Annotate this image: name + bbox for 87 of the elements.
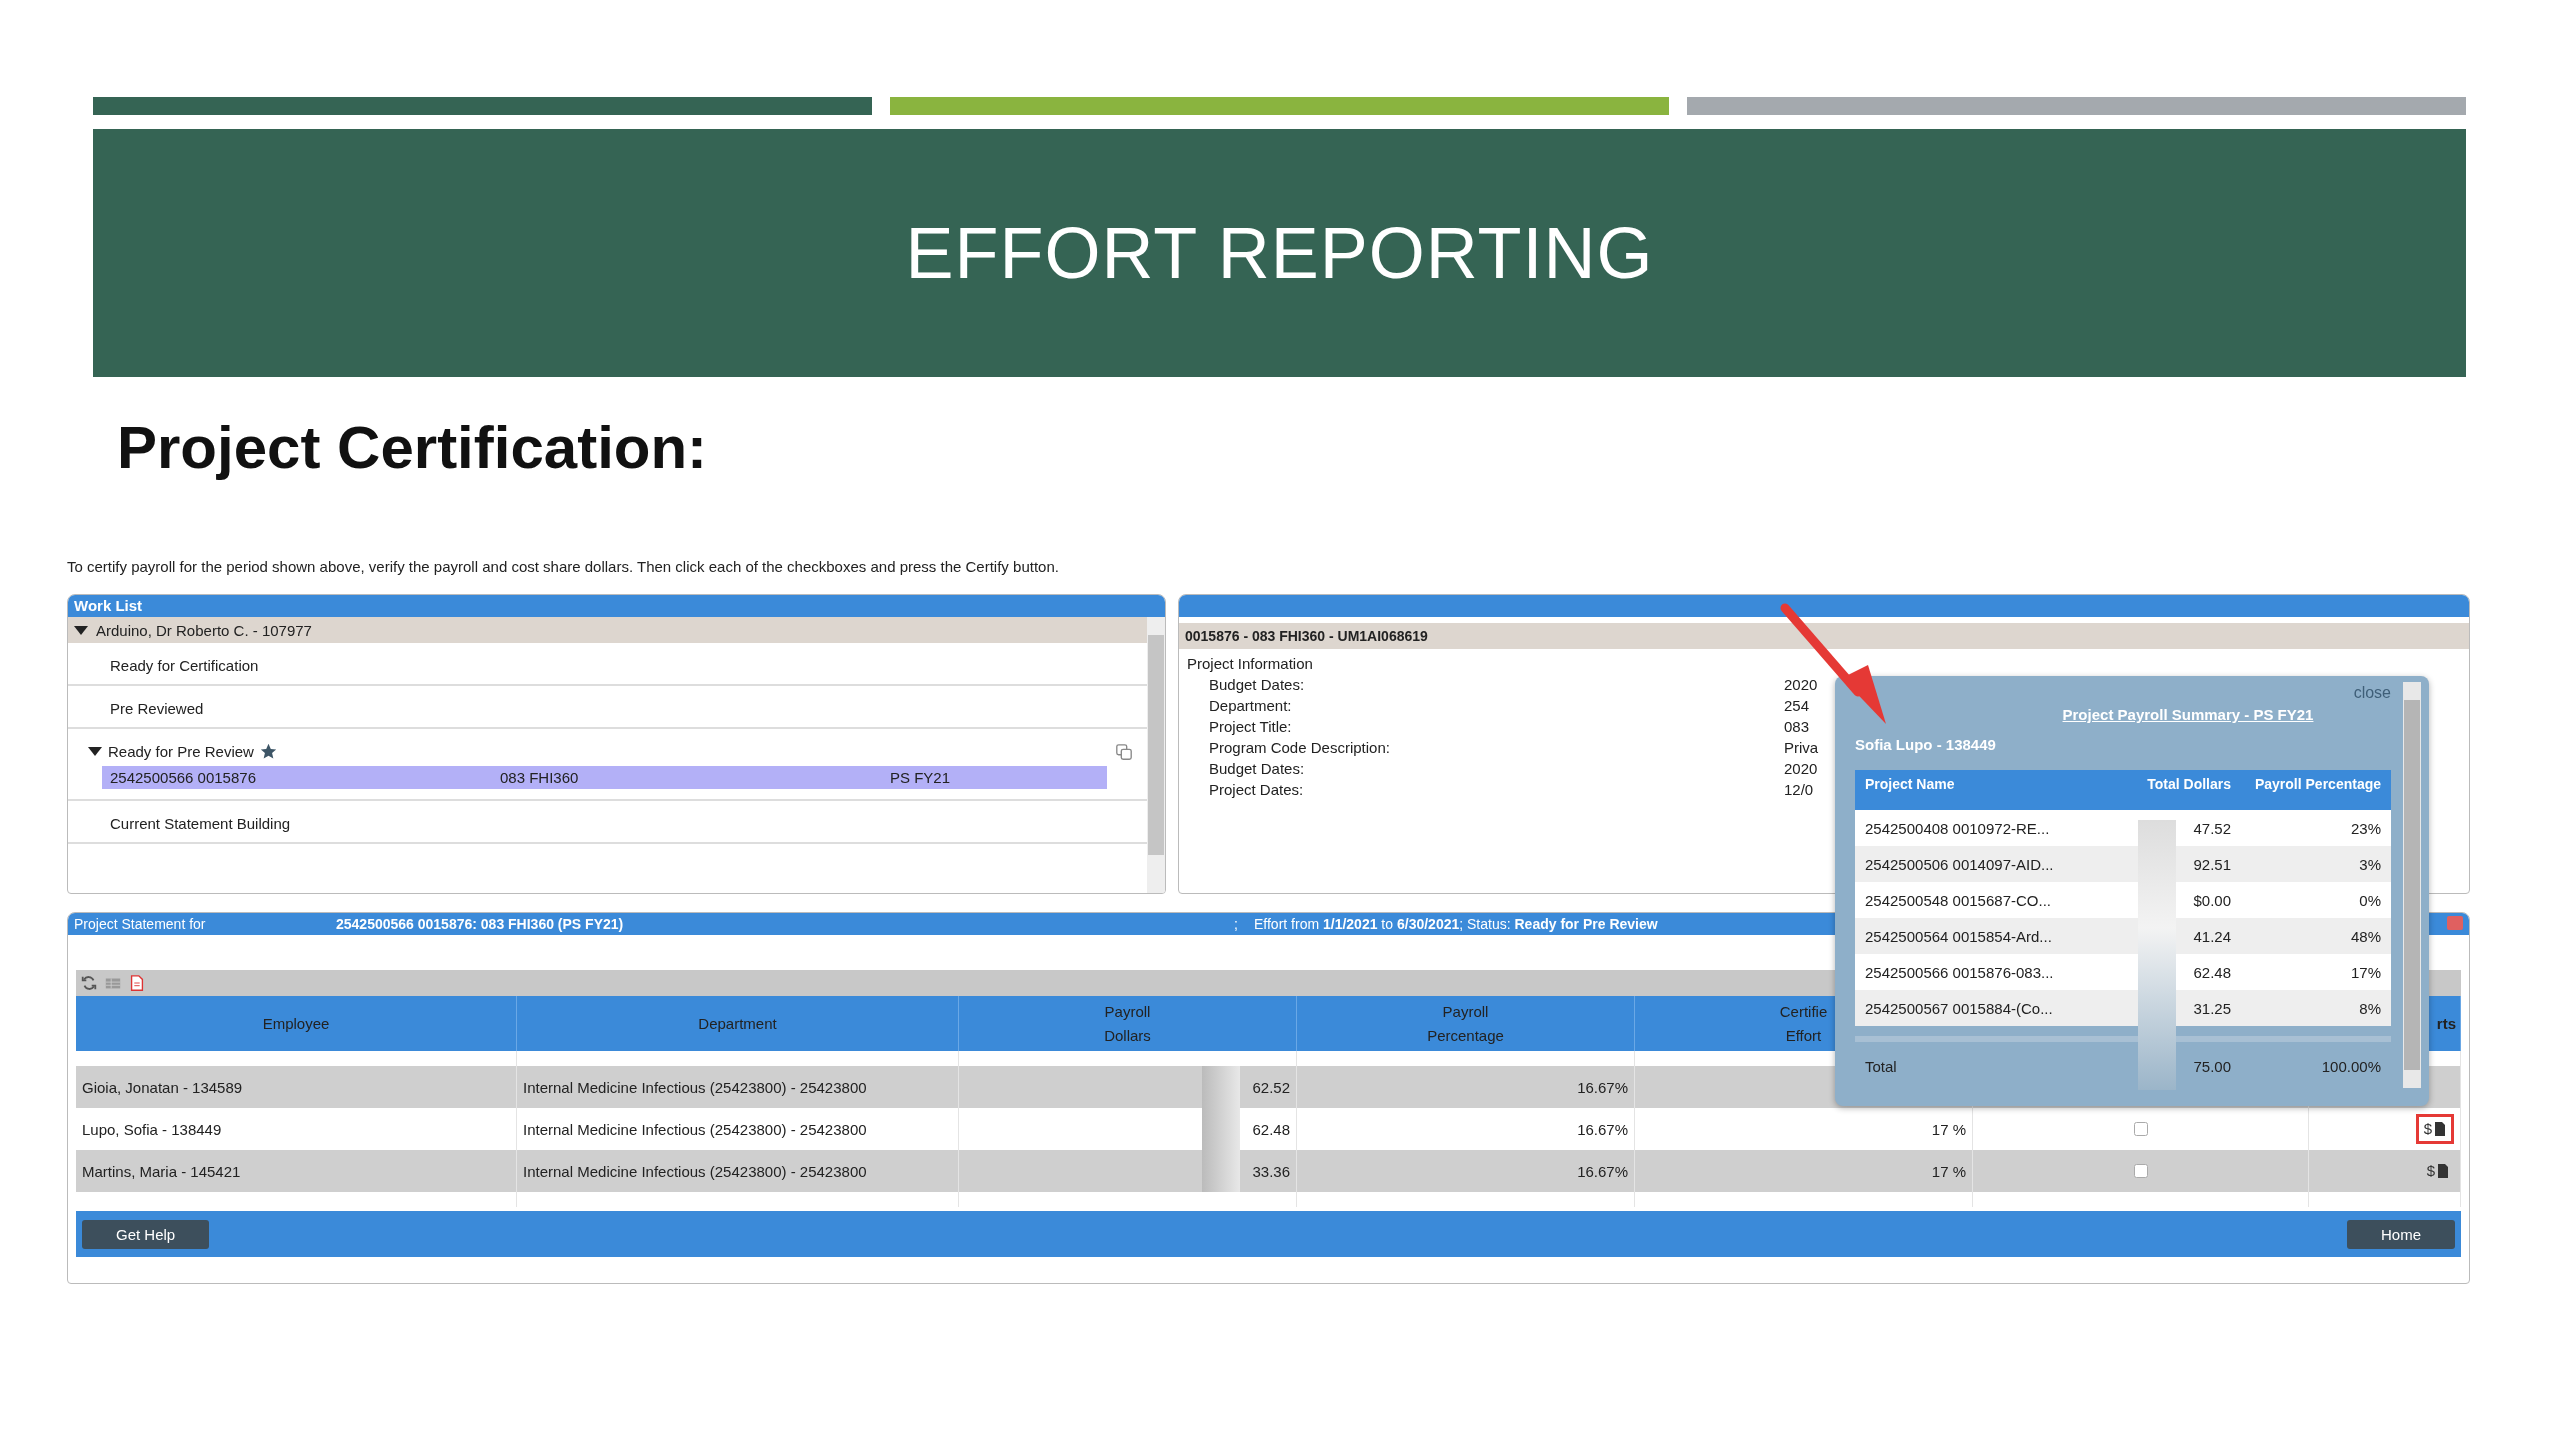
copy-icon[interactable] — [1115, 742, 1133, 761]
statement-project: 2542500566 0015876: 083 FHI360 (PS FY21) — [336, 916, 625, 932]
table-cell-text: 2542500566 0015876-083... — [1865, 963, 2055, 981]
field-value: 254 — [1784, 697, 1810, 714]
table-cell: 62.52 — [1252, 1078, 1290, 1096]
slide-title: EFFORT REPORTING — [905, 212, 1654, 294]
column-header: Payroll Dollars — [959, 996, 1297, 1051]
pdf-icon[interactable] — [128, 974, 146, 992]
tree-item[interactable]: Ready for Pre Review — [108, 743, 254, 760]
project-title: 0015876 - 083 FHI360 - UM1AI068619 — [1179, 623, 2469, 649]
caret-icon — [74, 625, 88, 635]
field-value: 2020 — [1784, 676, 1818, 693]
table-cell: 41.24 — [2193, 927, 2231, 945]
table-cell: 17 % — [1931, 1162, 1966, 1180]
statement-period: Effort from 1/1/2021 to 6/30/2021; Status: Ready for Pre Review — [1254, 916, 1658, 932]
section-label: Project Information — [1186, 654, 1314, 674]
employee-name: Sofia Lupo - 138449 — [1855, 736, 1997, 755]
table-cell-text: 2542500564 0015854-Ard... — [1865, 927, 2053, 945]
table-cell: $0.00 — [2193, 891, 2231, 909]
field-value: 12/0 — [1784, 781, 1814, 798]
refresh-icon[interactable] — [80, 974, 98, 992]
redaction-blur — [1202, 1150, 1241, 1192]
table-cell: 47.52 — [2193, 819, 2231, 837]
field-label: Department: — [1208, 697, 1293, 714]
redaction-blur — [1202, 1066, 1241, 1108]
total-value: 75.00 — [2193, 1057, 2231, 1075]
document-icon — [2437, 1163, 2449, 1179]
action-button[interactable]: Get Help — [82, 1219, 210, 1249]
field-label: Budget Dates: — [1208, 676, 1306, 693]
table-cell: Martins, Maria - 145421 — [76, 1150, 517, 1192]
column-header: Total Dollars — [2146, 776, 2231, 794]
tree-group-row[interactable]: Arduino, Dr Roberto C. - 107977 — [68, 617, 1147, 643]
scrollbar[interactable] — [2403, 682, 2421, 1088]
tree-item[interactable]: Current Statement Building — [110, 815, 291, 832]
total-value: 100.00% — [2321, 1057, 2381, 1075]
table-cell: 31.25 — [2193, 999, 2231, 1017]
certify-checkbox[interactable] — [2133, 1164, 2148, 1178]
table-cell: 48% — [2350, 927, 2381, 945]
table-cell-text: 2542500506 0014097-AID... — [1865, 855, 2055, 873]
table-cell: 62.48 — [2193, 963, 2231, 981]
scrollbar[interactable] — [1147, 617, 1165, 893]
tree-item[interactable]: Ready for Certification — [110, 657, 259, 674]
work-list-item[interactable]: 2542500566 0015876 083 FHI360 PS FY21 — [102, 766, 1107, 789]
table-cell: Gioia, Jonatan - 134589 — [76, 1066, 517, 1108]
table-cell: 3% — [2359, 855, 2381, 873]
report-link[interactable]: $ — [2415, 1114, 2454, 1144]
statement-label: Project Statement for — [73, 916, 207, 932]
instruction-text: To certify payroll for the period shown above, verify the payroll and cost share dollars. Then click each of the checkboxes and press the Certify button. — [67, 558, 1060, 577]
field-value: 2020 — [1784, 760, 1818, 777]
certify-checkbox[interactable] — [2133, 1122, 2148, 1136]
column-header: Project Name — [1865, 776, 1956, 794]
panel-title: Work List — [68, 595, 1165, 617]
action-button[interactable]: Home — [2347, 1219, 2455, 1249]
field-label: Project Dates: — [1208, 781, 1305, 798]
field-label: Program Code Description: — [1208, 739, 1391, 756]
item-cell-text: PS FY21 — [890, 769, 952, 786]
table-cell: 17 % — [1931, 1120, 1966, 1138]
table-cell: 33.36 — [1252, 1162, 1290, 1180]
column-header: Employee — [76, 996, 517, 1051]
item-cell-text: 083 FHI360 — [500, 769, 580, 786]
table-cell: Internal Medicine Infectious (25423800) - 25423800 — [517, 1150, 959, 1192]
field-value: 083 — [1784, 718, 1810, 735]
column-header: Payroll Percentage — [2253, 776, 2381, 794]
table-cell-text: 2542500408 0010972-RE... — [1865, 819, 2051, 837]
table-cell: 16.67% — [1297, 1066, 1635, 1108]
item-cell-text: 2542500566 0015876 — [110, 769, 257, 786]
field-label: Project Title: — [1208, 718, 1293, 735]
table-cell: 17% — [2350, 963, 2381, 981]
table-cell: 23% — [2350, 819, 2381, 837]
caret-icon[interactable] — [88, 747, 102, 756]
column-header: Payroll Percentage — [1297, 996, 1635, 1051]
table-cell: Internal Medicine Infectious (25423800) - 25423800 — [517, 1066, 959, 1108]
table-cell: 8% — [2359, 999, 2381, 1017]
table-cell: 0% — [2359, 891, 2381, 909]
field-label: Budget Dates: — [1208, 760, 1306, 777]
tree-item[interactable]: Pre Reviewed — [110, 700, 204, 717]
table-cell: 62.48 — [1252, 1120, 1290, 1138]
field-value: Priva — [1784, 739, 1819, 756]
document-icon — [2434, 1121, 2446, 1137]
separator-text: ; — [1234, 916, 1239, 932]
total-label: Total — [1865, 1057, 1898, 1075]
column-header: Department — [517, 996, 959, 1051]
report-link[interactable]: $ — [2421, 1158, 2454, 1184]
table-cell-text: 2542500548 0015687-CO... — [1865, 891, 2052, 909]
table-cell: 16.67% — [1297, 1150, 1635, 1192]
slide-heading: Project Certification: — [117, 413, 709, 483]
table-cell: 92.51 — [2193, 855, 2231, 873]
